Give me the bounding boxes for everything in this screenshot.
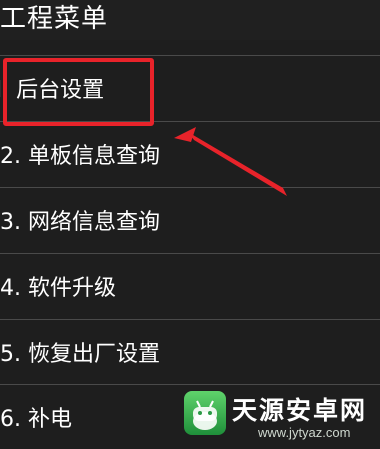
annotation-arrow-icon (174, 127, 287, 196)
arrow-shaft (188, 132, 287, 196)
watermark: 天源安卓网 www.jytyaz.com (180, 385, 380, 447)
arrow-head (174, 127, 196, 142)
watermark-url: www.jytyaz.com (258, 425, 351, 440)
watermark-name: 天源安卓网 (232, 396, 368, 425)
android-logo-icon (184, 391, 226, 435)
